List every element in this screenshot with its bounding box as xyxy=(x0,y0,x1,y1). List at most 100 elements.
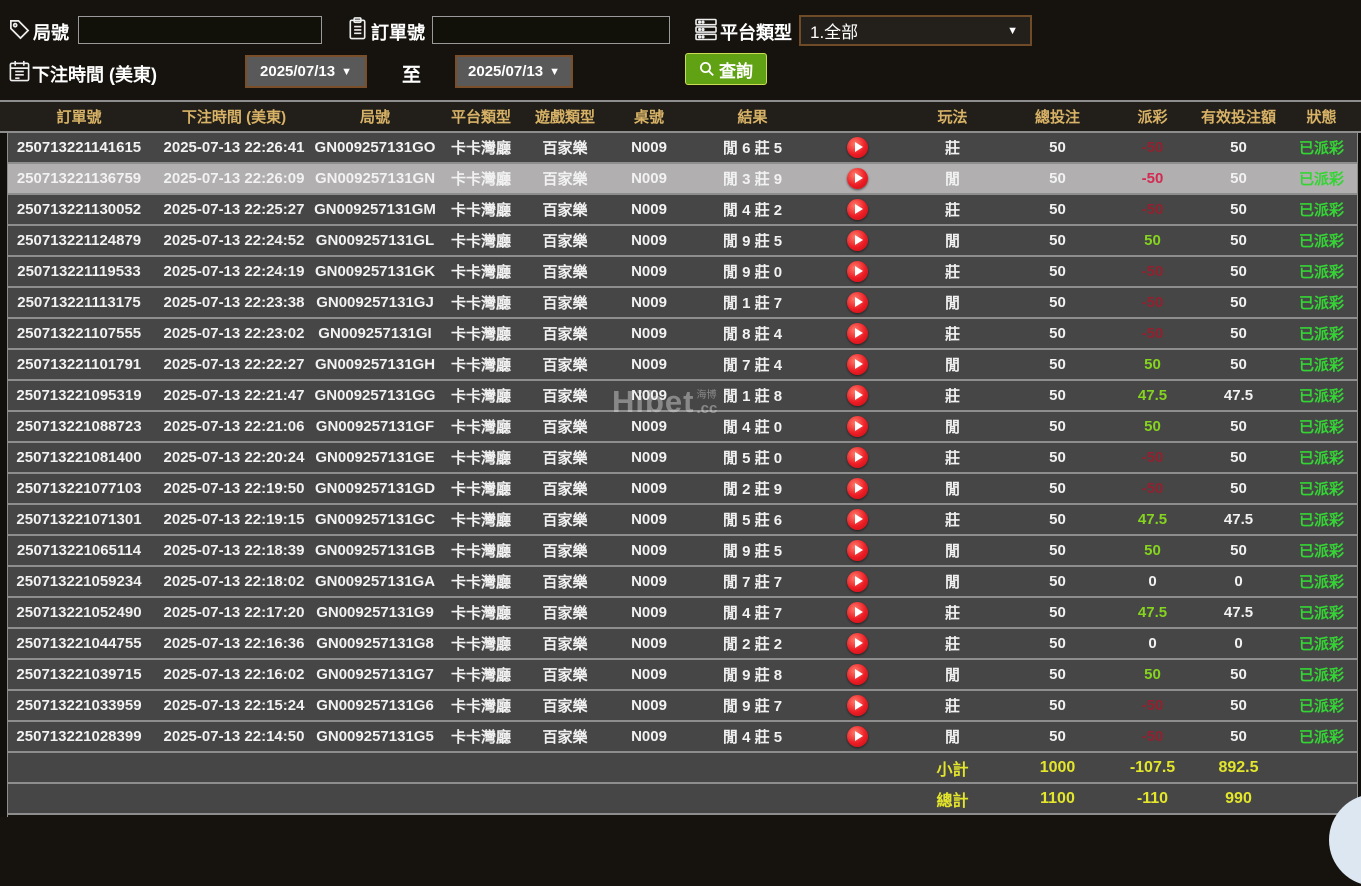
game-type-cell: 百家樂 xyxy=(542,698,588,715)
play-icon[interactable] xyxy=(847,726,868,747)
valid-bet-cell: 50 xyxy=(1230,728,1247,745)
play-icon[interactable] xyxy=(847,695,868,716)
table-row[interactable]: 250713221124879 2025-07-13 22:24:52 GN0092… xyxy=(0,226,1361,257)
table-row[interactable]: 250713221119533 2025-07-13 22:24:19 GN0092… xyxy=(0,257,1361,288)
play-icon[interactable] xyxy=(847,292,868,313)
table-row[interactable]: 250713221081400 2025-07-13 22:20:24 GN0092… xyxy=(0,443,1361,474)
table-row[interactable]: 250713221071301 2025-07-13 22:19:15 GN0092… xyxy=(0,505,1361,536)
grand_total-valid-bet: 990 xyxy=(1225,789,1252,807)
payout-cell: -50 xyxy=(1141,449,1164,466)
play-icon[interactable] xyxy=(847,478,868,499)
table-row[interactable]: 250713221065114 2025-07-13 22:18:39 GN0092… xyxy=(0,536,1361,567)
grand_total-label: 總計 xyxy=(936,792,969,810)
play-icon[interactable] xyxy=(847,664,868,685)
table-row[interactable]: 250713221077103 2025-07-13 22:19:50 GN0092… xyxy=(0,474,1361,505)
play-icon[interactable] xyxy=(847,199,868,220)
table-row[interactable]: 250713221130052 2025-07-13 22:25:27 GN0092… xyxy=(0,195,1361,226)
table-row[interactable]: 250713221052490 2025-07-13 22:17:20 GN0092… xyxy=(0,598,1361,629)
play-icon[interactable] xyxy=(847,571,868,592)
game-type-cell: 百家樂 xyxy=(542,729,588,746)
total-bet-cell: 50 xyxy=(1049,480,1066,497)
column-header: 訂單號 xyxy=(56,109,102,126)
valid-bet-cell: 50 xyxy=(1230,666,1247,683)
play-icon[interactable] xyxy=(847,354,868,375)
table-row[interactable]: 250713221044755 2025-07-13 22:16:36 GN0092… xyxy=(0,629,1361,660)
play-cell xyxy=(815,168,900,189)
play-icon[interactable] xyxy=(847,168,868,189)
result-cell: 閒 4 莊 0 xyxy=(722,419,783,436)
order-input[interactable] xyxy=(432,16,670,44)
order-number-cell: 250713221101791 xyxy=(16,356,142,373)
valid-bet-cell: 50 xyxy=(1230,697,1247,714)
date-to-select[interactable]: 2025/07/13 ▼ xyxy=(455,55,573,88)
bet-time-cell: 2025-07-13 22:15:24 xyxy=(163,697,305,714)
platform-cell: 卡卡灣廳 xyxy=(450,605,511,622)
column-header: 有效投注額 xyxy=(1200,109,1276,126)
table-row[interactable]: 250713221136759 2025-07-13 22:26:09 GN0092… xyxy=(0,164,1361,195)
round-number-cell: GN009257131GB xyxy=(314,542,436,559)
table-row[interactable]: 250713221039715 2025-07-13 22:16:02 GN0092… xyxy=(0,660,1361,691)
platform-cell: 卡卡灣廳 xyxy=(450,450,511,467)
bet-side-cell: 莊 xyxy=(944,202,960,219)
table-number-cell: N009 xyxy=(631,728,667,745)
payout-cell: -50 xyxy=(1141,201,1164,218)
platform-select[interactable]: 1.全部 ▼ xyxy=(799,15,1032,46)
total-bet-cell: 50 xyxy=(1049,449,1066,466)
play-icon[interactable] xyxy=(847,261,868,282)
play-icon[interactable] xyxy=(847,416,868,437)
play-icon[interactable] xyxy=(847,602,868,623)
bet-time-cell: 2025-07-13 22:25:27 xyxy=(163,201,305,218)
total-bet-cell: 50 xyxy=(1049,170,1066,187)
table-row[interactable]: 250713221113175 2025-07-13 22:23:38 GN0092… xyxy=(0,288,1361,319)
payout-cell: 50 xyxy=(1144,666,1161,683)
bet-time-cell: 2025-07-13 22:21:47 xyxy=(163,387,305,404)
table-number-cell: N009 xyxy=(631,294,667,311)
bet-time-cell: 2025-07-13 22:14:50 xyxy=(163,728,305,745)
table-row[interactable]: 250713221095319 2025-07-13 22:21:47 GN0092… xyxy=(0,381,1361,412)
play-icon[interactable] xyxy=(847,509,868,530)
table-row[interactable]: 250713221059234 2025-07-13 22:18:02 GN0092… xyxy=(0,567,1361,598)
payout-cell: -50 xyxy=(1141,294,1164,311)
play-icon[interactable] xyxy=(847,323,868,344)
result-cell: 閒 5 莊 6 xyxy=(722,512,783,529)
date-from-select[interactable]: 2025/07/13 ▼ xyxy=(245,55,367,88)
total-bet-cell: 50 xyxy=(1049,387,1066,404)
query-button[interactable]: 查詢 xyxy=(685,53,767,85)
round-input[interactable] xyxy=(78,16,322,44)
platform-cell: 卡卡灣廳 xyxy=(450,264,511,281)
table-row[interactable]: 250713221028399 2025-07-13 22:14:50 GN0092… xyxy=(0,722,1361,753)
result-cell: 閒 6 莊 5 xyxy=(722,140,783,157)
order-label: 訂單號 xyxy=(371,23,425,43)
order-number-cell: 250713221119533 xyxy=(17,263,141,280)
column-header: 狀態 xyxy=(1306,109,1337,126)
table-number-cell: N009 xyxy=(631,697,667,714)
game-type-cell: 百家樂 xyxy=(542,326,588,343)
order-number-cell: 250713221095319 xyxy=(16,387,142,404)
play-cell xyxy=(815,354,900,375)
play-icon[interactable] xyxy=(847,447,868,468)
round-number-cell: GN009257131G6 xyxy=(316,697,434,714)
table-row[interactable]: 250713221107555 2025-07-13 22:23:02 GN0092… xyxy=(0,319,1361,350)
bet-side-cell: 閒 xyxy=(944,171,960,188)
table-row[interactable]: 250713221033959 2025-07-13 22:15:24 GN0092… xyxy=(0,691,1361,722)
play-icon[interactable] xyxy=(847,540,868,561)
grand_total-row: 總計 1100 -110 990 xyxy=(0,784,1361,815)
round-number-cell: GN009257131GC xyxy=(314,511,436,528)
table-row[interactable]: 250713221101791 2025-07-13 22:22:27 GN0092… xyxy=(0,350,1361,381)
play-cell xyxy=(815,540,900,561)
valid-bet-cell: 50 xyxy=(1230,201,1247,218)
play-icon[interactable] xyxy=(847,137,868,158)
round-number-cell: GN009257131GE xyxy=(315,449,435,466)
table-row[interactable]: 250713221141615 2025-07-13 22:26:41 GN0092… xyxy=(0,133,1361,164)
order-number-cell: 250713221059234 xyxy=(16,573,142,590)
play-icon[interactable] xyxy=(847,385,868,406)
total-bet-cell: 50 xyxy=(1049,263,1066,280)
table-row[interactable]: 250713221088723 2025-07-13 22:21:06 GN0092… xyxy=(0,412,1361,443)
subtotal-total-bet: 1000 xyxy=(1039,758,1076,776)
round-number-cell: GN009257131GF xyxy=(315,418,435,435)
result-cell: 閒 1 莊 8 xyxy=(722,388,783,405)
bet-side-cell: 莊 xyxy=(944,450,960,467)
play-icon[interactable] xyxy=(847,230,868,251)
play-icon[interactable] xyxy=(847,633,868,654)
bet-time-cell: 2025-07-13 22:22:27 xyxy=(163,356,305,373)
